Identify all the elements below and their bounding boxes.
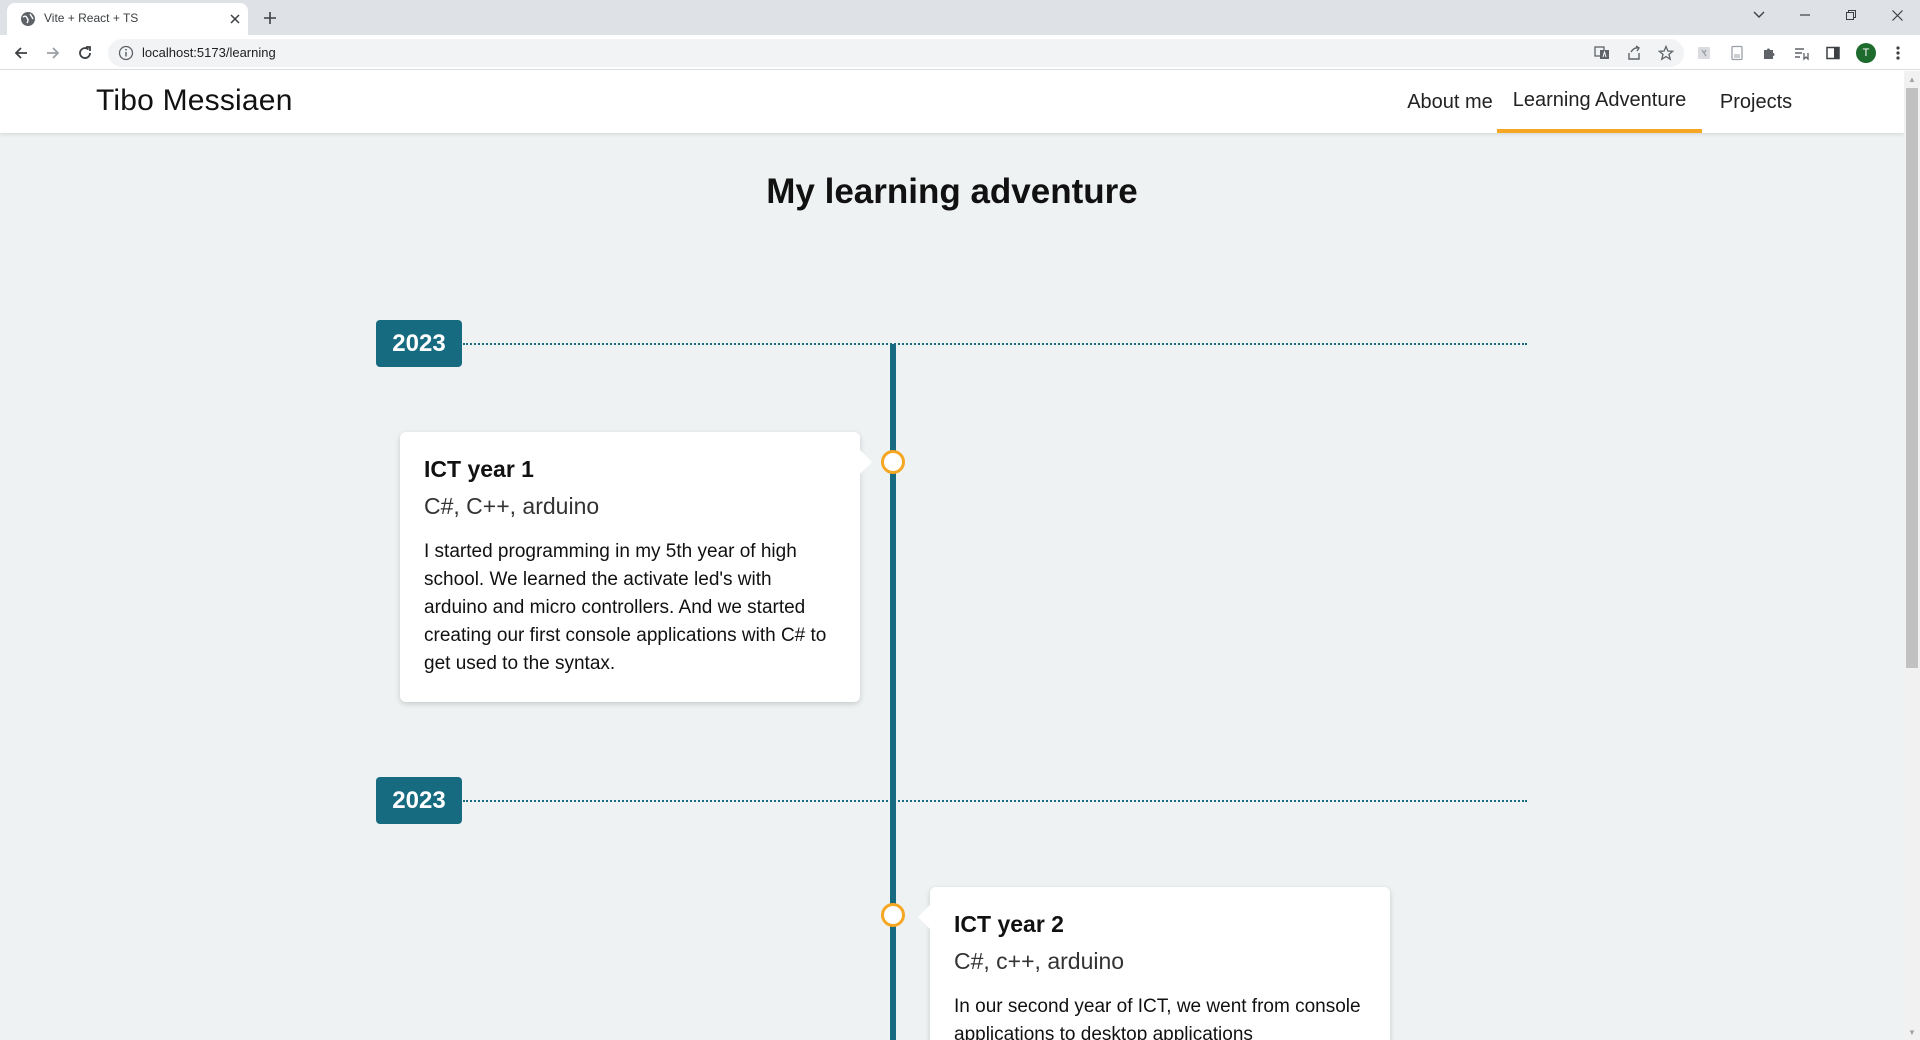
reading-list-icon[interactable] (1790, 42, 1812, 64)
translate-icon[interactable] (1592, 43, 1612, 63)
close-icon[interactable] (226, 10, 244, 28)
back-arrow-icon[interactable] (8, 40, 34, 66)
extension-icon[interactable] (1693, 42, 1715, 64)
card-pointer (918, 905, 930, 929)
side-panel-icon[interactable] (1822, 42, 1844, 64)
browser-tab[interactable]: Vite + React + TS (7, 3, 248, 35)
card-subtitle: C#, C++, arduino (424, 493, 600, 519)
reload-icon[interactable] (72, 40, 98, 66)
year-divider-line (463, 343, 1527, 345)
card-subtitle: C#, c++, arduino (954, 948, 1125, 974)
page-viewport: Tibo Messiaen About me Learning Adventur… (0, 71, 1904, 1040)
timeline-card: ICT year 1 C#, C++, arduino I started pr… (400, 432, 872, 702)
document-icon[interactable] (1726, 42, 1748, 64)
info-icon[interactable] (118, 45, 134, 61)
timeline-spine (890, 344, 896, 1040)
url-text: localhost:5173/learning (142, 45, 276, 60)
tab-search-icon[interactable] (1736, 0, 1782, 30)
restore-icon[interactable] (1828, 0, 1874, 30)
page-title: My learning adventure (766, 172, 1138, 211)
site-navbar: Tibo Messiaen About me Learning Adventur… (0, 71, 1904, 133)
scrollbar-thumb[interactable] (1906, 88, 1918, 668)
browser-toolbar: localhost:5173/learning T (0, 35, 1920, 70)
year-divider-line (463, 800, 1527, 802)
tab-title: Vite + React + TS (44, 11, 139, 25)
timeline-node (881, 903, 905, 927)
card-title: ICT year 1 (424, 456, 534, 482)
timeline-node (881, 450, 905, 474)
nav-projects[interactable]: Projects (1708, 71, 1804, 133)
globe-icon (20, 11, 36, 27)
nav-about-me[interactable]: About me (1387, 71, 1513, 133)
avatar[interactable]: T (1856, 43, 1876, 63)
minimize-icon[interactable] (1782, 0, 1828, 30)
scroll-down-arrow-icon[interactable]: ▼ (1908, 1028, 1916, 1037)
page-scrollbar[interactable]: ▲ ▼ (1904, 71, 1920, 1040)
scroll-up-arrow-icon[interactable]: ▲ (1908, 75, 1916, 84)
forward-arrow-icon[interactable] (40, 40, 66, 66)
year-badge: 2023 (376, 777, 462, 824)
window-close-icon[interactable] (1874, 0, 1920, 30)
card-title: ICT year 2 (954, 911, 1064, 937)
browser-tabstrip: Vite + React + TS (0, 0, 1920, 35)
site-brand[interactable]: Tibo Messiaen (96, 84, 293, 118)
puzzle-icon[interactable] (1758, 42, 1780, 64)
card-body: I started programming in my 5th year of … (424, 541, 827, 674)
star-icon[interactable] (1656, 43, 1676, 63)
share-icon[interactable] (1624, 43, 1644, 63)
address-bar[interactable]: localhost:5173/learning (108, 39, 1684, 67)
card-body: In our second year of ICT, we went from … (954, 996, 1361, 1040)
plus-icon[interactable] (258, 6, 282, 30)
timeline-card: ICT year 2 C#, c++, arduino In our secon… (918, 887, 1390, 1040)
year-badge: 2023 (376, 320, 462, 367)
card-pointer (860, 450, 872, 474)
kebab-menu-icon[interactable] (1887, 42, 1909, 64)
nav-learning-adventure[interactable]: Learning Adventure (1497, 71, 1702, 133)
